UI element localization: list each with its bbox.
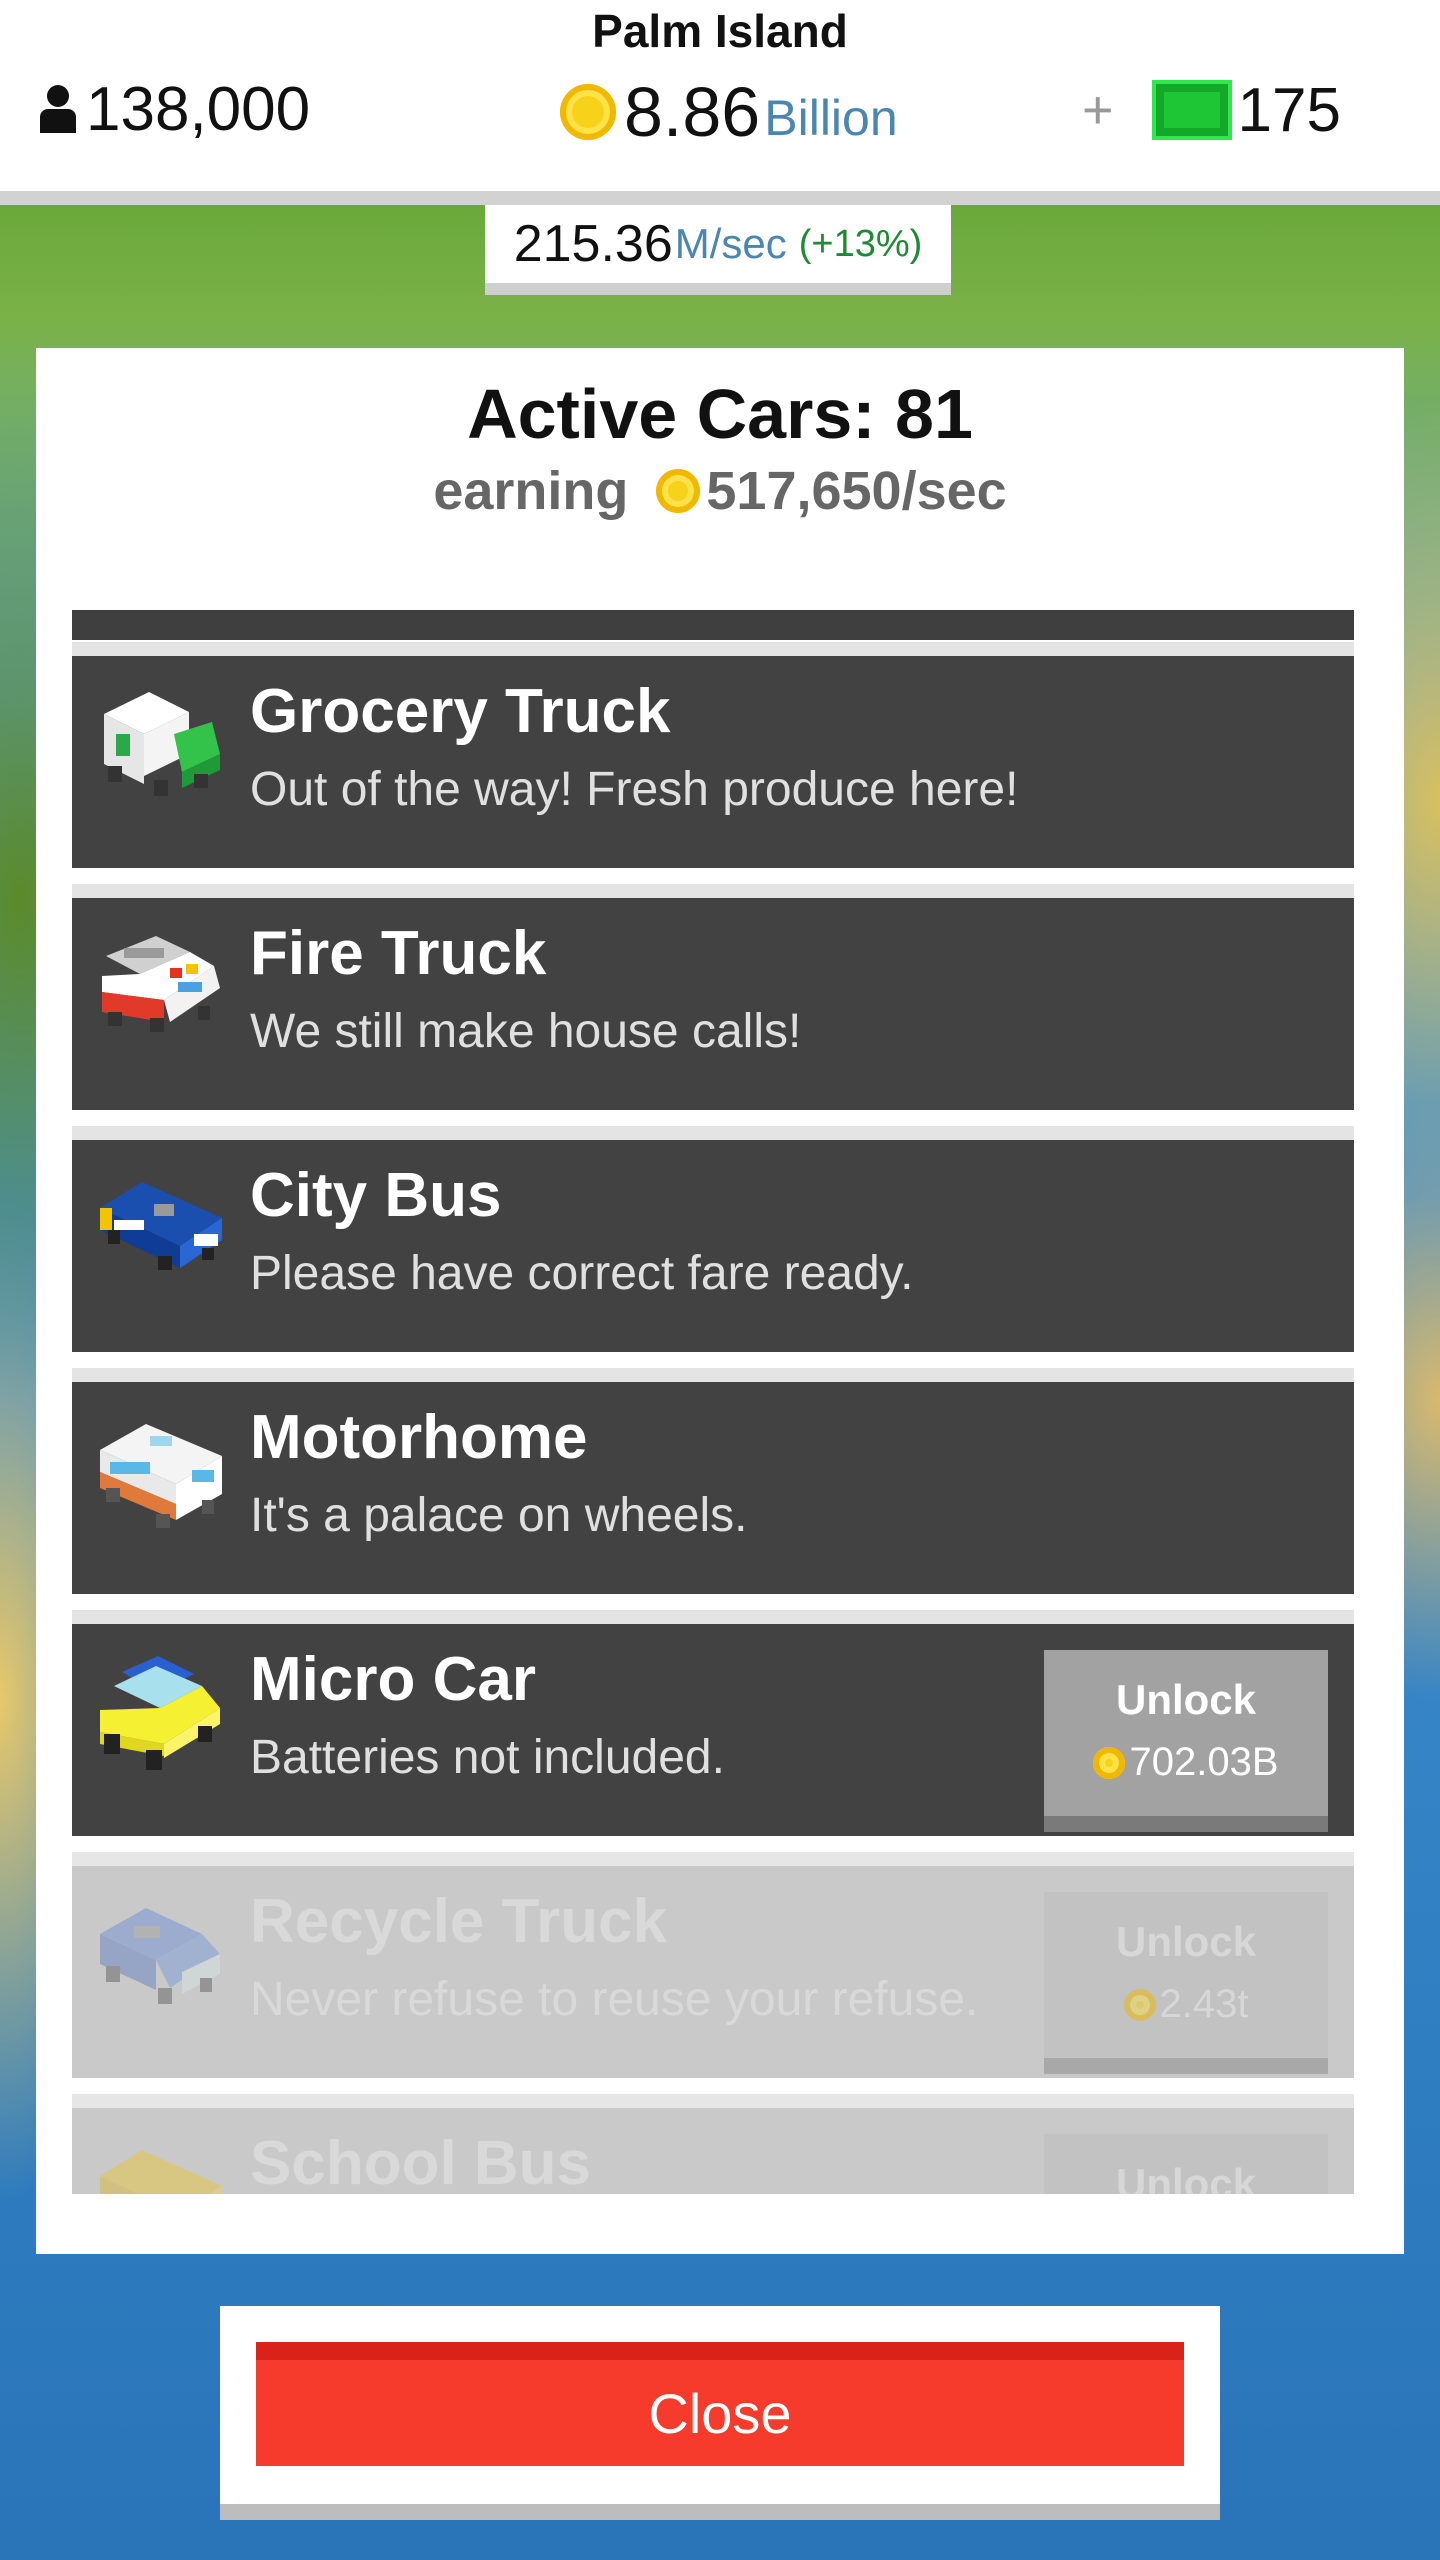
person-icon: [38, 83, 78, 135]
coin-icon: [560, 84, 616, 140]
rate-bonus: (+13%): [798, 222, 923, 265]
earning-amount: 517,650/sec: [706, 461, 1007, 521]
vehicle-row-motorhome[interactable]: Motorhome It's a palace on wheels.: [72, 1368, 1354, 1594]
unlock-label: Unlock: [1115, 2160, 1257, 2194]
vehicle-name: Fire Truck: [250, 919, 547, 988]
population-value: 138,000: [86, 74, 311, 144]
coin-icon: [1123, 1988, 1156, 2021]
vehicle-name: Micro Car: [250, 1645, 536, 1714]
unlock-price-value: 2.43t: [1159, 1982, 1249, 2026]
vehicle-row-grocery-truck[interactable]: Grocery Truck Out of the way! Fresh prod…: [72, 642, 1354, 868]
add-cash-plus[interactable]: +: [1082, 79, 1114, 141]
vehicle-list[interactable]: Grocery Truck Out of the way! Fresh prod…: [72, 610, 1354, 2194]
coin-icon: [1093, 1746, 1126, 1779]
vehicle-row-recycle-truck[interactable]: Recycle Truck Never refuse to reuse your…: [72, 1852, 1354, 2078]
vehicle-description: Out of the way! Fresh produce here!: [250, 763, 1019, 816]
school-bus-icon: [100, 2150, 222, 2194]
cash-bill-icon: [1151, 80, 1232, 140]
close-button[interactable]: Close: [256, 2342, 1184, 2466]
recycle-truck-icon: [100, 1908, 220, 2004]
earning-line: earning 517,650/sec: [36, 460, 1404, 522]
income-rate-tab: 215.36 M/sec (+13%): [485, 205, 951, 295]
unlock-button[interactable]: Unlock 702.03B: [1044, 1650, 1328, 1832]
top-status-bar: Palm Island 138,000 8.86 Billion + 175: [0, 0, 1440, 205]
unlock-price-value: 702.03B: [1129, 1740, 1279, 1784]
earning-label: earning: [433, 461, 629, 521]
rate-unit: M/sec: [674, 220, 787, 267]
unlock-label: Unlock: [1115, 1676, 1257, 1723]
vehicle-row-fire-truck[interactable]: Fire Truck We still make house calls!: [72, 884, 1354, 1110]
panel-title: Active Cars: 81: [467, 375, 973, 453]
vehicle-description: Please have correct fare ready.: [250, 1247, 914, 1300]
population-counter: 138,000: [38, 72, 310, 146]
list-top-row-edge: [72, 610, 1354, 640]
vehicle-description: We still make house calls!: [250, 1005, 802, 1058]
active-cars-panel: Active Cars: 81 earning 517,650/sec Groc…: [36, 348, 1404, 2254]
vehicle-name: Motorhome: [250, 1403, 588, 1472]
unlock-price: 702.03B: [1044, 1740, 1328, 1785]
vehicle-description: Batteries not included.: [250, 1731, 725, 1784]
island-name: Palm Island: [592, 5, 848, 57]
vehicle-row-school-bus[interactable]: School Bus Unlock: [72, 2094, 1354, 2194]
coin-icon: [656, 469, 701, 513]
money-unit: Billion: [764, 90, 898, 146]
rate-value: 215.36: [513, 215, 673, 273]
unlock-label: Unlock: [1115, 1918, 1257, 1965]
vehicle-description: It's a palace on wheels.: [250, 1489, 748, 1542]
city-bus-icon: [100, 1182, 222, 1270]
micro-car-icon: [100, 1656, 220, 1770]
unlock-button[interactable]: Unlock 2.43t: [1044, 1892, 1328, 2074]
close-button-frame: Close: [220, 2306, 1220, 2520]
vehicle-name: City Bus: [250, 1161, 502, 1230]
unlock-button[interactable]: Unlock: [1044, 2134, 1328, 2194]
vehicle-row-city-bus[interactable]: City Bus Please have correct fare ready.: [72, 1126, 1354, 1352]
vehicle-row-micro-car[interactable]: Micro Car Batteries not included. Unlock…: [72, 1610, 1354, 1836]
vehicle-name: Recycle Truck: [250, 1887, 668, 1956]
fire-truck-icon: [102, 936, 220, 1032]
unlock-price: 2.43t: [1044, 1982, 1328, 2027]
grocery-truck-icon: [104, 692, 220, 796]
vehicle-name: School Bus: [250, 2129, 592, 2194]
motorhome-icon: [100, 1424, 222, 1528]
vehicle-description: Never refuse to reuse your refuse.: [250, 1973, 979, 2026]
cash-value: 175: [1237, 75, 1341, 145]
cash-counter[interactable]: + 175: [1082, 72, 1341, 148]
vehicle-name: Grocery Truck: [250, 677, 671, 746]
money-value: 8.86: [624, 73, 761, 151]
money-counter: 8.86 Billion: [560, 72, 898, 152]
